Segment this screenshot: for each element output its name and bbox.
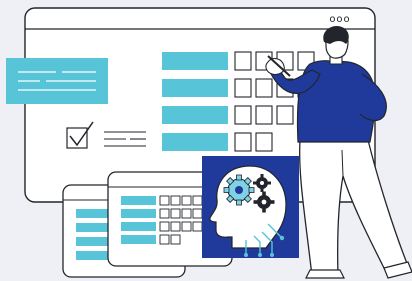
illustration-scene: ooo bbox=[0, 0, 412, 281]
sticky-note bbox=[6, 58, 108, 104]
ai-brain-gears-icon bbox=[202, 156, 299, 258]
form-row bbox=[162, 132, 273, 152]
window-control-dots: ooo bbox=[329, 14, 350, 25]
form-row bbox=[162, 51, 315, 71]
form-row bbox=[162, 105, 315, 125]
